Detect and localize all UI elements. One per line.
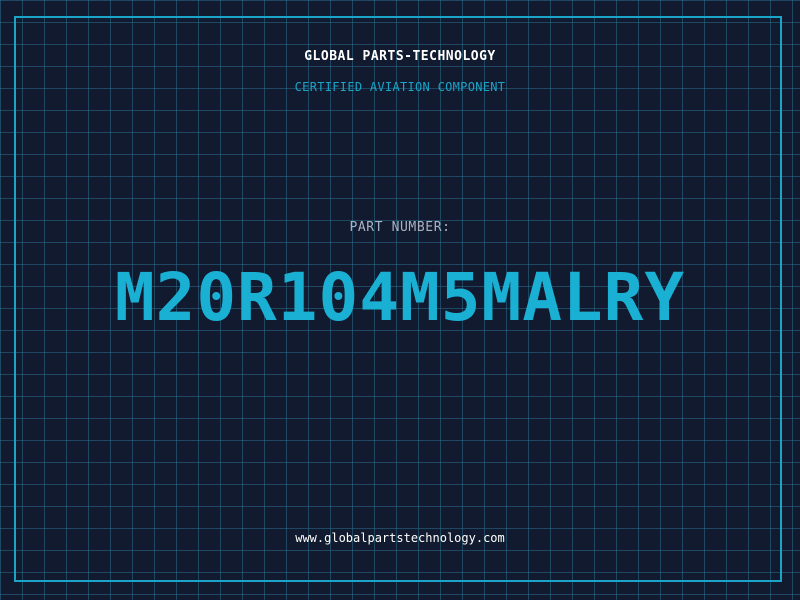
company-name: GLOBAL PARTS-TECHNOLOGY bbox=[304, 49, 496, 64]
website-url: www.globalpartstechnology.com bbox=[295, 531, 505, 545]
part-number-label: PART NUMBER: bbox=[349, 220, 451, 235]
certificate-page: GLOBAL PARTS-TECHNOLOGY CERTIFIED AVIATI… bbox=[0, 0, 800, 600]
tagline: CERTIFIED AVIATION COMPONENT bbox=[294, 80, 506, 94]
part-number-value: M20R104M5MALRY bbox=[114, 259, 686, 336]
